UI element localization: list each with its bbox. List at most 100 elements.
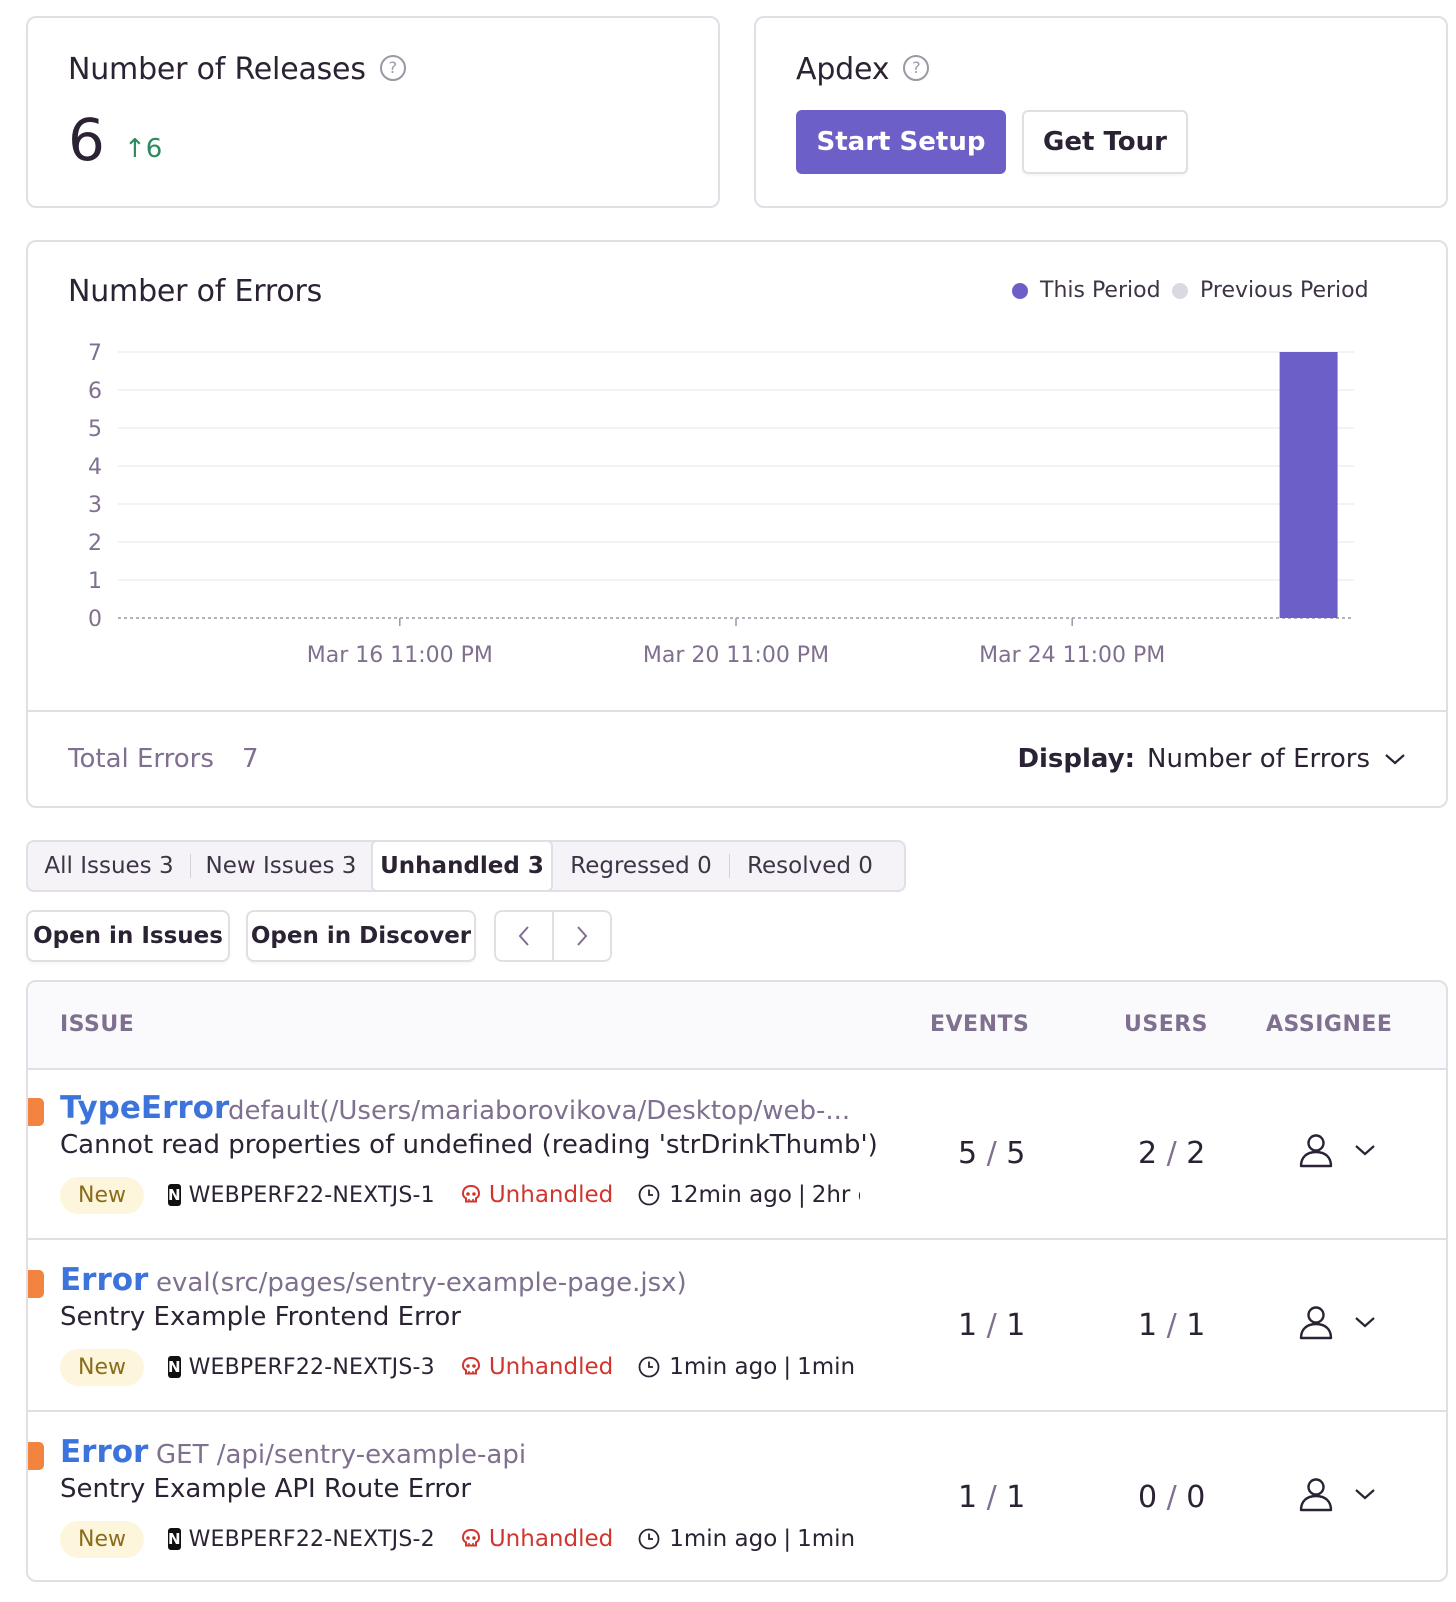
issue-culprit: default(/Users/mariaborovikova/Desktop/w… xyxy=(228,1096,851,1126)
unhandled-tag: Unhandled xyxy=(459,1182,613,1208)
users-total: 2 xyxy=(1186,1136,1206,1171)
tab-resolved[interactable]: Resolved 0 xyxy=(730,842,890,890)
help-icon[interactable]: ? xyxy=(903,54,930,81)
short-id[interactable]: WEBPERF22-NEXTJS-1 xyxy=(189,1183,435,1208)
start-setup-button[interactable]: Start Setup xyxy=(796,110,1006,174)
divider xyxy=(28,710,1446,712)
issue-message: Sentry Example Frontend Error xyxy=(60,1302,461,1332)
clock-icon xyxy=(638,1528,660,1550)
time-info: 1min ago | 1min old xyxy=(637,1526,860,1552)
slash: / xyxy=(1157,1308,1187,1343)
y-tick-label: 2 xyxy=(88,531,102,556)
skull-icon xyxy=(461,1528,480,1547)
events-total: 5 xyxy=(1006,1136,1026,1171)
unhandled-tag: Unhandled xyxy=(459,1526,613,1552)
total-errors-value: 7 xyxy=(242,744,259,774)
nextjs-project-icon: N xyxy=(168,1528,181,1550)
y-tick-label: 1 xyxy=(88,569,102,594)
slash: / xyxy=(1157,1136,1187,1171)
chevron-down-icon xyxy=(1355,1489,1375,1500)
slash: / xyxy=(977,1136,1007,1171)
table-header: ISSUE EVENTS USERS ASSIGNEE xyxy=(28,982,1446,1070)
tab-unhandled[interactable]: Unhandled 3 xyxy=(371,840,553,892)
y-tick-label: 3 xyxy=(88,493,102,518)
column-header-assignee: ASSIGNEE xyxy=(1266,1012,1393,1037)
issue-meta: New N WEBPERF22-NEXTJS-1 Unhandled 12min… xyxy=(60,1174,860,1216)
table-row[interactable]: Error eval(src/pages/sentry-example-page… xyxy=(28,1242,1446,1412)
next-page-button[interactable] xyxy=(554,912,610,960)
get-tour-button[interactable]: Get Tour xyxy=(1022,110,1188,174)
apdex-title-wrap: Apdex? xyxy=(796,52,930,87)
errors-chart-card: Number of Errors This Period Previous Pe… xyxy=(26,240,1448,808)
column-header-issue: ISSUE xyxy=(60,1012,135,1037)
assignee-selector[interactable] xyxy=(1296,1130,1376,1170)
display-value: Number of Errors xyxy=(1147,744,1370,774)
tab-regressed[interactable]: Regressed 0 xyxy=(553,842,729,890)
users-value: 2 xyxy=(1138,1136,1158,1171)
releases-count: 6 xyxy=(68,106,105,174)
new-badge: New xyxy=(60,1176,144,1214)
releases-card: Number of Releases? 6 ↑6 xyxy=(26,16,720,208)
table-row[interactable]: Error GET /api/sentry-example-api Sentry… xyxy=(28,1414,1446,1580)
assignee-selector[interactable] xyxy=(1296,1302,1376,1342)
x-tick-label: Mar 24 11:00 PM xyxy=(979,643,1165,668)
users-total: 0 xyxy=(1186,1480,1206,1515)
nextjs-project-icon: N xyxy=(168,1184,181,1206)
tab-all-issues[interactable]: All Issues 3 xyxy=(28,842,190,890)
short-id[interactable]: WEBPERF22-NEXTJS-2 xyxy=(189,1527,435,1552)
issue-title-link[interactable]: Error xyxy=(60,1434,148,1470)
last-seen: 1min ago xyxy=(669,1526,778,1552)
apdex-title: Apdex xyxy=(796,52,890,87)
x-tick-label: Mar 16 11:00 PM xyxy=(307,643,493,668)
error-level-indicator xyxy=(28,1270,44,1298)
events-total: 1 xyxy=(1006,1480,1026,1515)
help-icon[interactable]: ? xyxy=(379,54,406,81)
errors-chart: 0 1 2 3 4 5 6 7 Mar 16 11:00 PM Mar 20 11:00 PM Ma… xyxy=(88,341,1354,668)
unhandled-label: Unhandled xyxy=(488,1526,614,1552)
unhandled-label: Unhandled xyxy=(488,1354,614,1380)
tab-new-issues[interactable]: New Issues 3 xyxy=(191,842,371,890)
previous-page-button[interactable] xyxy=(496,912,552,960)
open-in-discover-button[interactable]: Open in Discover xyxy=(246,910,476,962)
issue-culprit: GET /api/sentry-example-api xyxy=(156,1440,527,1470)
user-icon xyxy=(1299,1478,1333,1512)
releases-title-wrap: Number of Releases? xyxy=(68,52,406,87)
last-seen: 12min ago xyxy=(669,1182,792,1208)
clock-icon xyxy=(638,1356,660,1378)
error-level-indicator xyxy=(28,1442,44,1470)
releases-delta: ↑6 xyxy=(124,134,163,164)
assignee-selector[interactable] xyxy=(1296,1474,1376,1514)
y-tick-label: 7 xyxy=(88,341,102,366)
time-info: 12min ago | 2hr old xyxy=(637,1182,860,1208)
chevron-down-icon xyxy=(1355,1145,1375,1156)
table-row[interactable]: TypeError default(/Users/mariaborovikova… xyxy=(28,1070,1446,1240)
events-value: 1 xyxy=(958,1308,978,1343)
clock-icon xyxy=(638,1184,660,1206)
issue-title-link[interactable]: Error xyxy=(60,1262,148,1298)
slash: / xyxy=(1157,1480,1187,1515)
events-count: 1 / 1 xyxy=(958,1308,1025,1343)
chevron-down-icon xyxy=(1355,1317,1375,1328)
first-seen: 1min old xyxy=(797,1526,860,1552)
short-id[interactable]: WEBPERF22-NEXTJS-3 xyxy=(189,1355,435,1380)
display-dropdown[interactable]: Display: Number of Errors xyxy=(1017,744,1406,774)
users-total: 1 xyxy=(1186,1308,1206,1343)
nextjs-project-icon: N xyxy=(168,1356,181,1378)
separator: | xyxy=(797,1182,806,1208)
y-tick-label: 0 xyxy=(88,607,102,632)
releases-title: Number of Releases xyxy=(68,52,366,87)
issue-title-link[interactable]: TypeError xyxy=(60,1090,229,1126)
chevron-down-icon xyxy=(1385,754,1405,765)
column-header-users: USERS xyxy=(1124,1012,1209,1037)
separator: | xyxy=(783,1526,792,1552)
unhandled-label: Unhandled xyxy=(488,1182,614,1208)
issue-culprit: eval(src/pages/sentry-example-page.jsx) xyxy=(156,1268,687,1298)
y-tick-label: 6 xyxy=(88,379,102,404)
chevron-right-icon xyxy=(577,926,588,946)
issue-table: ISSUE EVENTS USERS ASSIGNEE TypeError de… xyxy=(26,980,1448,1582)
slash: / xyxy=(977,1480,1007,1515)
open-in-issues-button[interactable]: Open in Issues xyxy=(26,910,230,962)
events-value: 1 xyxy=(958,1480,978,1515)
apdex-card: Apdex? Start Setup Get Tour xyxy=(754,16,1448,208)
pagination xyxy=(494,910,612,962)
